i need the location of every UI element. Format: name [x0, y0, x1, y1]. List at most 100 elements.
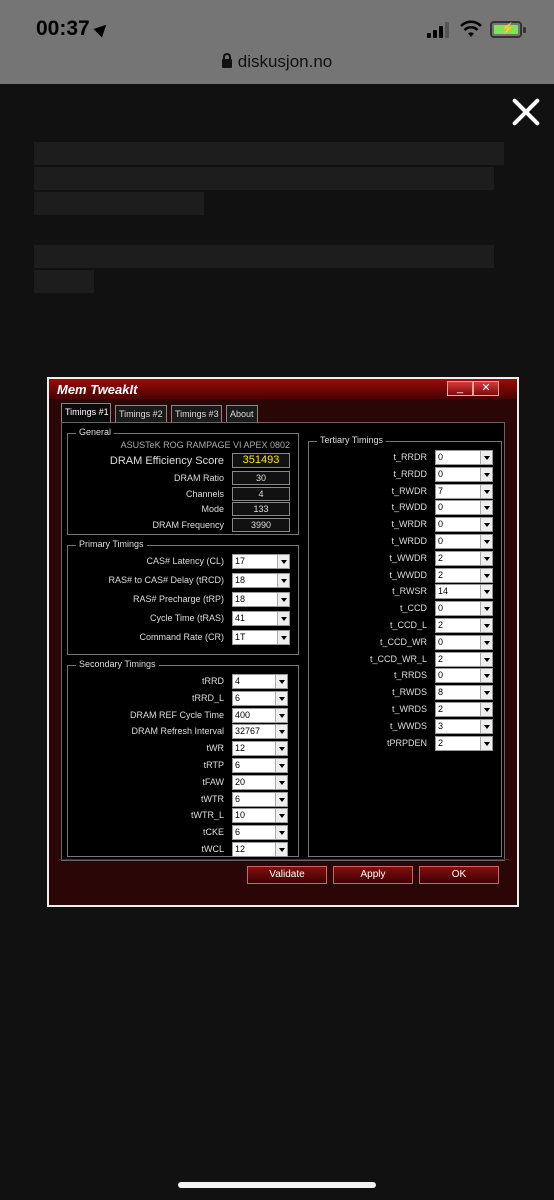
secondary-row-select[interactable]: 20 — [232, 774, 288, 790]
tertiary-row-select[interactable]: 3 — [435, 718, 493, 734]
tertiary-row-select[interactable]: 0 — [435, 517, 493, 533]
chevron-down-icon[interactable] — [275, 725, 287, 739]
location-icon — [93, 20, 111, 38]
primary-row-select[interactable]: 1T — [232, 630, 290, 645]
tertiary-row-label: t_RRDD — [393, 468, 427, 479]
chevron-down-icon[interactable] — [480, 467, 492, 481]
tertiary-row-value-text: 2 — [438, 620, 444, 630]
general-row-value: 4 — [232, 486, 290, 501]
chevron-down-icon[interactable] — [480, 736, 492, 750]
secondary-row-select[interactable]: 400 — [232, 707, 288, 723]
tertiary-row-label: t_RWSR — [392, 586, 427, 597]
secondary-row-select[interactable]: 6 — [232, 791, 288, 807]
tertiary-row-label: t_WWDD — [389, 569, 428, 580]
tertiary-row-select[interactable]: 0 — [435, 450, 493, 465]
general-row-label: Channels — [185, 488, 224, 499]
chevron-down-icon[interactable] — [480, 602, 492, 616]
secondary-row-select[interactable]: 4 — [232, 674, 288, 689]
primary-row-select[interactable]: 17 — [232, 554, 290, 569]
chevron-down-icon[interactable] — [480, 484, 492, 498]
chevron-down-icon[interactable] — [480, 619, 492, 632]
tertiary-row-select[interactable]: 0 — [435, 601, 493, 617]
tertiary-row-label: t_RRDS — [393, 670, 427, 681]
secondary-row-select[interactable]: 6 — [232, 825, 288, 841]
tertiary-row-select[interactable]: 8 — [435, 685, 493, 701]
tab-about[interactable]: About — [226, 405, 258, 423]
chevron-down-icon[interactable] — [480, 669, 492, 683]
minimize-button[interactable]: _ — [447, 381, 473, 396]
address-bar[interactable]: diskusjon.no — [0, 52, 554, 72]
tertiary-row-select[interactable]: 0 — [435, 534, 493, 549]
secondary-row-select[interactable]: 32767 — [232, 724, 288, 740]
secondary-row-select[interactable]: 10 — [232, 808, 288, 824]
primary-row-select[interactable]: 41 — [232, 611, 290, 626]
tertiary-row-select[interactable]: 0 — [435, 466, 493, 482]
tertiary-row-select[interactable]: 7 — [435, 483, 493, 499]
chevron-down-icon[interactable] — [480, 635, 492, 649]
chevron-down-icon[interactable] — [480, 568, 492, 582]
chevron-down-icon[interactable] — [277, 612, 289, 625]
tertiary-row-select[interactable]: 2 — [435, 567, 493, 583]
chevron-down-icon[interactable] — [275, 826, 287, 840]
chevron-down-icon[interactable] — [275, 675, 287, 688]
secondary-row-select[interactable]: 12 — [232, 741, 288, 757]
primary-row-select[interactable]: 18 — [232, 592, 290, 607]
chevron-down-icon[interactable] — [277, 631, 289, 644]
tertiary-row-select[interactable]: 2 — [435, 618, 493, 633]
tertiary-row-select[interactable]: 2 — [435, 702, 493, 717]
battery-icon: ⚡ — [490, 21, 526, 38]
tertiary-row-select[interactable]: 0 — [435, 668, 493, 684]
tertiary-row-value-text: 0 — [438, 468, 444, 479]
chevron-down-icon[interactable] — [480, 719, 492, 733]
chevron-down-icon[interactable] — [275, 843, 287, 856]
close-icon[interactable] — [510, 96, 542, 128]
ok-button[interactable]: OK — [419, 866, 499, 884]
tertiary-row-value-text: 14 — [438, 586, 449, 597]
chevron-down-icon[interactable] — [275, 759, 287, 772]
tertiary-row-select[interactable]: 0 — [435, 500, 493, 516]
secondary-row-value-text: 6 — [235, 692, 241, 703]
chevron-down-icon[interactable] — [480, 518, 492, 532]
tertiary-row-value-text: 2 — [438, 569, 444, 580]
chevron-down-icon[interactable] — [275, 742, 287, 756]
secondary-row-label: tRRD_L — [191, 692, 224, 703]
tab-timings-1[interactable]: Timings #1 — [61, 403, 111, 423]
validate-button[interactable]: Validate — [247, 866, 327, 884]
tertiary-row-select[interactable]: 14 — [435, 584, 493, 600]
primary-row-select[interactable]: 18 — [232, 573, 290, 588]
primary-row-value-text: 18 — [235, 575, 246, 585]
chevron-down-icon[interactable] — [480, 535, 492, 548]
tertiary-row-select[interactable]: 0 — [435, 634, 493, 650]
tertiary-row-select[interactable]: 2 — [435, 550, 493, 566]
chevron-down-icon[interactable] — [480, 501, 492, 515]
chevron-down-icon[interactable] — [275, 708, 287, 722]
chevron-down-icon[interactable] — [277, 555, 289, 568]
chevron-down-icon[interactable] — [480, 585, 492, 599]
secondary-row-select[interactable]: 12 — [232, 842, 288, 857]
chevron-down-icon[interactable] — [275, 809, 287, 823]
chevron-down-icon[interactable] — [480, 703, 492, 716]
chevron-down-icon[interactable] — [480, 451, 492, 464]
chevron-down-icon[interactable] — [275, 775, 287, 789]
secondary-row-label: tFAW — [202, 776, 224, 787]
apply-button[interactable]: Apply — [333, 866, 413, 884]
primary-row-value-text: 17 — [235, 556, 246, 566]
score-label: DRAM Efficiency Score — [109, 455, 224, 467]
tertiary-row-label: t_CCD_WR — [379, 636, 427, 647]
tertiary-row-value-text: 3 — [438, 720, 444, 731]
secondary-group: Secondary Timings tRRD 4 tRRD_L 6 DRAM REF C… — [67, 659, 299, 857]
chevron-down-icon[interactable] — [277, 593, 289, 606]
tab-timings-2[interactable]: Timings #2 — [115, 405, 167, 423]
chevron-down-icon[interactable] — [480, 551, 492, 565]
chevron-down-icon[interactable] — [480, 652, 492, 666]
chevron-down-icon[interactable] — [275, 691, 287, 705]
chevron-down-icon[interactable] — [275, 792, 287, 806]
secondary-row-select[interactable]: 6 — [232, 758, 288, 773]
tertiary-row-select[interactable]: 2 — [435, 651, 493, 667]
tab-timings-3[interactable]: Timings #3 — [171, 405, 222, 423]
chevron-down-icon[interactable] — [277, 574, 289, 587]
tertiary-row-select[interactable]: 2 — [435, 735, 493, 751]
secondary-row-select[interactable]: 6 — [232, 690, 288, 706]
chevron-down-icon[interactable] — [480, 686, 492, 700]
close-button[interactable]: ✕ — [473, 381, 499, 396]
